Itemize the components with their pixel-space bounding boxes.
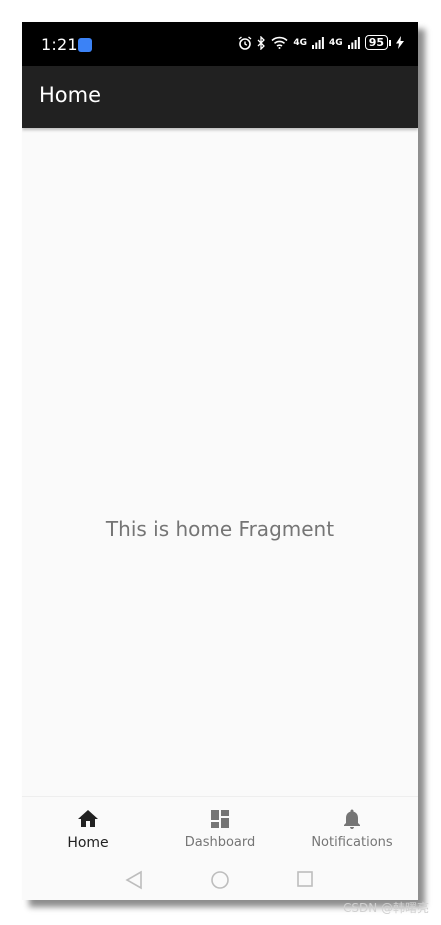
home-circle-icon[interactable] — [210, 870, 230, 890]
watermark: CSDN @韩曙亮 — [342, 901, 429, 915]
battery-cap — [389, 39, 391, 46]
nav-label-home: Home — [67, 835, 109, 851]
nav-label-notifications: Notifications — [311, 835, 393, 850]
recents-square-icon[interactable] — [296, 870, 314, 888]
phone-screen: 1:21 4G 4G 95 Home This is home Fragment… — [22, 22, 418, 900]
alarm-icon — [238, 35, 252, 50]
bluetooth-icon — [257, 35, 266, 50]
system-navigation-bar — [22, 860, 418, 900]
signal-icon — [312, 36, 324, 49]
nav-item-notifications[interactable]: Notifications — [286, 797, 418, 861]
home-icon — [78, 810, 98, 827]
page-title: Home — [39, 83, 102, 107]
fragment-text: This is home Fragment — [105, 517, 335, 541]
status-time: 1:21 — [41, 35, 78, 54]
battery-level: 95 — [364, 35, 388, 50]
network-type-label-2: 4G — [329, 37, 343, 48]
dashboard-icon — [211, 810, 229, 828]
wifi-icon — [271, 36, 288, 49]
bell-icon — [344, 809, 360, 829]
signal-icon-2 — [347, 36, 360, 49]
app-notification-icon — [78, 38, 92, 52]
status-indicators: 4G 4G 95 — [238, 35, 404, 50]
charging-icon — [396, 36, 404, 49]
bottom-navigation: Home Dashboard Notifications — [22, 796, 418, 861]
network-type-label: 4G — [293, 37, 308, 48]
nav-item-dashboard[interactable]: Dashboard — [154, 797, 286, 861]
back-triangle-icon[interactable] — [125, 870, 143, 890]
app-bar: Home — [22, 66, 418, 128]
battery-indicator: 95 — [364, 35, 391, 50]
nav-item-home[interactable]: Home — [22, 797, 154, 861]
nav-label-dashboard: Dashboard — [184, 835, 256, 850]
status-bar: 1:21 4G 4G 95 — [22, 22, 418, 66]
